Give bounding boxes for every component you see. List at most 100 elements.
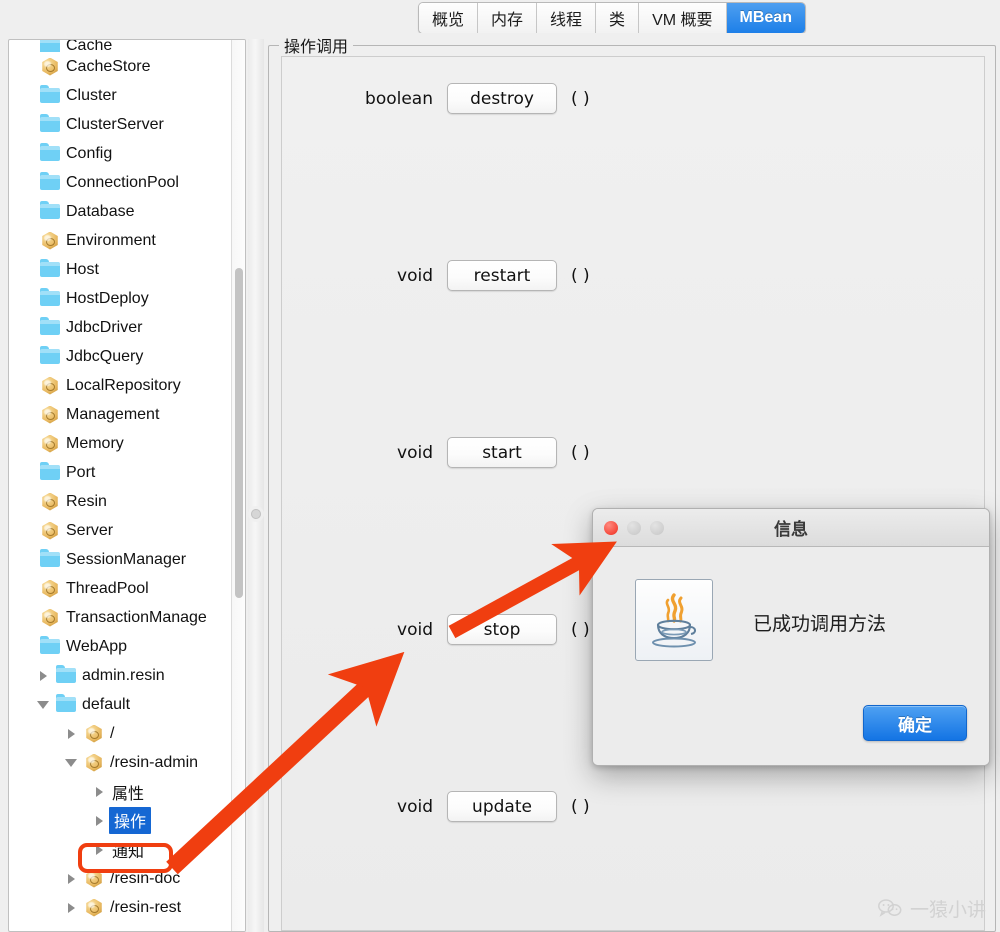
folder-icon [37,636,63,654]
tree-node[interactable]: Environment [9,226,231,255]
tree-vertical-scrollbar[interactable] [231,40,245,931]
tab-1[interactable]: 概览 [419,3,479,33]
panel-splitter[interactable] [248,39,264,932]
tab-5[interactable]: VM 概要 [639,3,727,33]
chevron-right-icon[interactable] [61,902,81,913]
folder-icon [37,85,63,103]
tree-node-label: 属性 [112,785,145,803]
tree-node-label: LocalRepository [66,376,181,394]
tree-node-label: Resin [66,492,107,510]
tree-node-label: Memory [66,434,124,452]
operation-button-start[interactable]: start [447,437,557,468]
tab-2[interactable]: 内存 [478,3,538,33]
tab-3[interactable]: 线程 [537,3,597,33]
tree-node[interactable]: LocalRepository [9,371,231,400]
watermark: 一猿小讲 [878,895,986,922]
operation-panel: 操作调用 boolean destroy( ) void restart( ) void… [266,33,998,932]
dialog-titlebar: 信息 [593,509,989,547]
operation-button-update[interactable]: update [447,791,557,822]
tree-node[interactable]: Server [9,516,231,545]
tree-node-label: admin.resin [82,666,165,684]
chevron-right-icon[interactable] [61,728,81,739]
tree-node[interactable]: Memory [9,429,231,458]
operation-arguments: ( ) [571,442,590,463]
chevron-right-icon[interactable] [61,873,81,884]
tree-node-label: Cache [66,40,113,52]
tree-node[interactable]: ConnectionPool [9,168,231,197]
operation-arguments: ( ) [571,265,590,286]
tree-node[interactable]: JdbcDriver [9,313,231,342]
operation-button-restart[interactable]: restart [447,260,557,291]
operation-return-type: void [397,442,433,463]
operation-arguments: ( ) [571,619,590,640]
tree-node[interactable]: Host [9,255,231,284]
tree-node-label: WebApp [66,637,128,655]
tree-node[interactable]: default [9,690,231,719]
dialog-ok-button[interactable]: 确定 [863,705,967,741]
chevron-right-icon[interactable] [89,815,109,826]
tree-node[interactable]: Management [9,400,231,429]
wechat-icon [878,899,902,917]
mbean-icon [37,608,63,627]
operation-row: void restart ( ) [282,260,984,291]
operation-return-type: void [397,265,433,286]
tab-6[interactable]: MBean [726,3,805,33]
tree-node-label: TransactionManage [66,608,207,626]
tree-node[interactable]: Cache [9,40,231,52]
tree-node-label: /resin-admin [110,753,199,771]
chevron-right-icon[interactable] [89,786,109,797]
tree-scrollbar-thumb[interactable] [235,268,243,598]
operation-invocation-title: 操作调用 [279,33,354,57]
operation-button-stop[interactable]: stop [447,614,557,645]
mbean-icon [37,231,63,250]
chevron-down-icon[interactable] [61,758,81,767]
tree-node[interactable]: CacheStore [9,52,231,81]
dialog-body: 已成功调用方法 确定 [593,547,989,765]
work-area: Cache CacheStore Cluster ClusterServer Confi… [0,33,1000,932]
tree-node[interactable]: WebApp [9,632,231,661]
operation-arguments: ( ) [571,88,590,109]
info-dialog: 信息 已成功调用方法 确定 [592,508,990,766]
mbean-icon [37,376,63,395]
tree-node[interactable]: /resin-admin [9,748,231,777]
operation-button-destroy[interactable]: destroy [447,83,557,114]
tree-node[interactable]: Config [9,139,231,168]
tree-node[interactable]: /resin-doc [9,864,231,893]
folder-icon [37,40,63,52]
tree-node[interactable]: 通知 [9,835,231,864]
chevron-right-icon[interactable] [89,844,109,855]
tree-node[interactable]: /resin-rest [9,893,231,922]
tree-node-label: Management [66,405,160,423]
tree-node-label: 操作 [109,807,152,834]
splitter-grip-icon[interactable] [251,509,261,519]
tab-4[interactable]: 类 [596,3,640,33]
tree-node[interactable]: 操作 [9,806,231,835]
tree-node[interactable]: TransactionManage [9,603,231,632]
tree-node[interactable]: JdbcQuery [9,342,231,371]
tree-node[interactable]: admin.resin [9,661,231,690]
tree-node[interactable]: Cluster [9,81,231,110]
mbean-icon [81,753,107,772]
tree-node-label: ConnectionPool [66,173,179,191]
window-controls [604,521,664,535]
tree-node-label: Cluster [66,86,117,104]
tree-node[interactable]: Database [9,197,231,226]
tree-node-label: / [110,724,115,742]
operation-list: boolean destroy ( ) void restart ( ) void start… [281,56,985,931]
chevron-down-icon[interactable] [33,700,53,709]
chevron-right-icon[interactable] [33,670,53,681]
close-icon[interactable] [604,521,618,535]
tree-node[interactable]: SessionManager [9,545,231,574]
java-coffee-cup-icon [635,579,713,661]
tree-node[interactable]: ThreadPool [9,574,231,603]
tree-node[interactable]: Resin [9,487,231,516]
tree-node[interactable]: ClusterServer [9,110,231,139]
tree-node[interactable]: 属性 [9,777,231,806]
tree-node-label: JdbcDriver [66,318,143,336]
tree-node[interactable]: Port [9,458,231,487]
tree-node-label: default [82,695,131,713]
operation-return-type: void [397,619,433,640]
tree-node[interactable]: / [9,719,231,748]
tree-node[interactable]: HostDeploy [9,284,231,313]
mbean-icon [37,492,63,511]
